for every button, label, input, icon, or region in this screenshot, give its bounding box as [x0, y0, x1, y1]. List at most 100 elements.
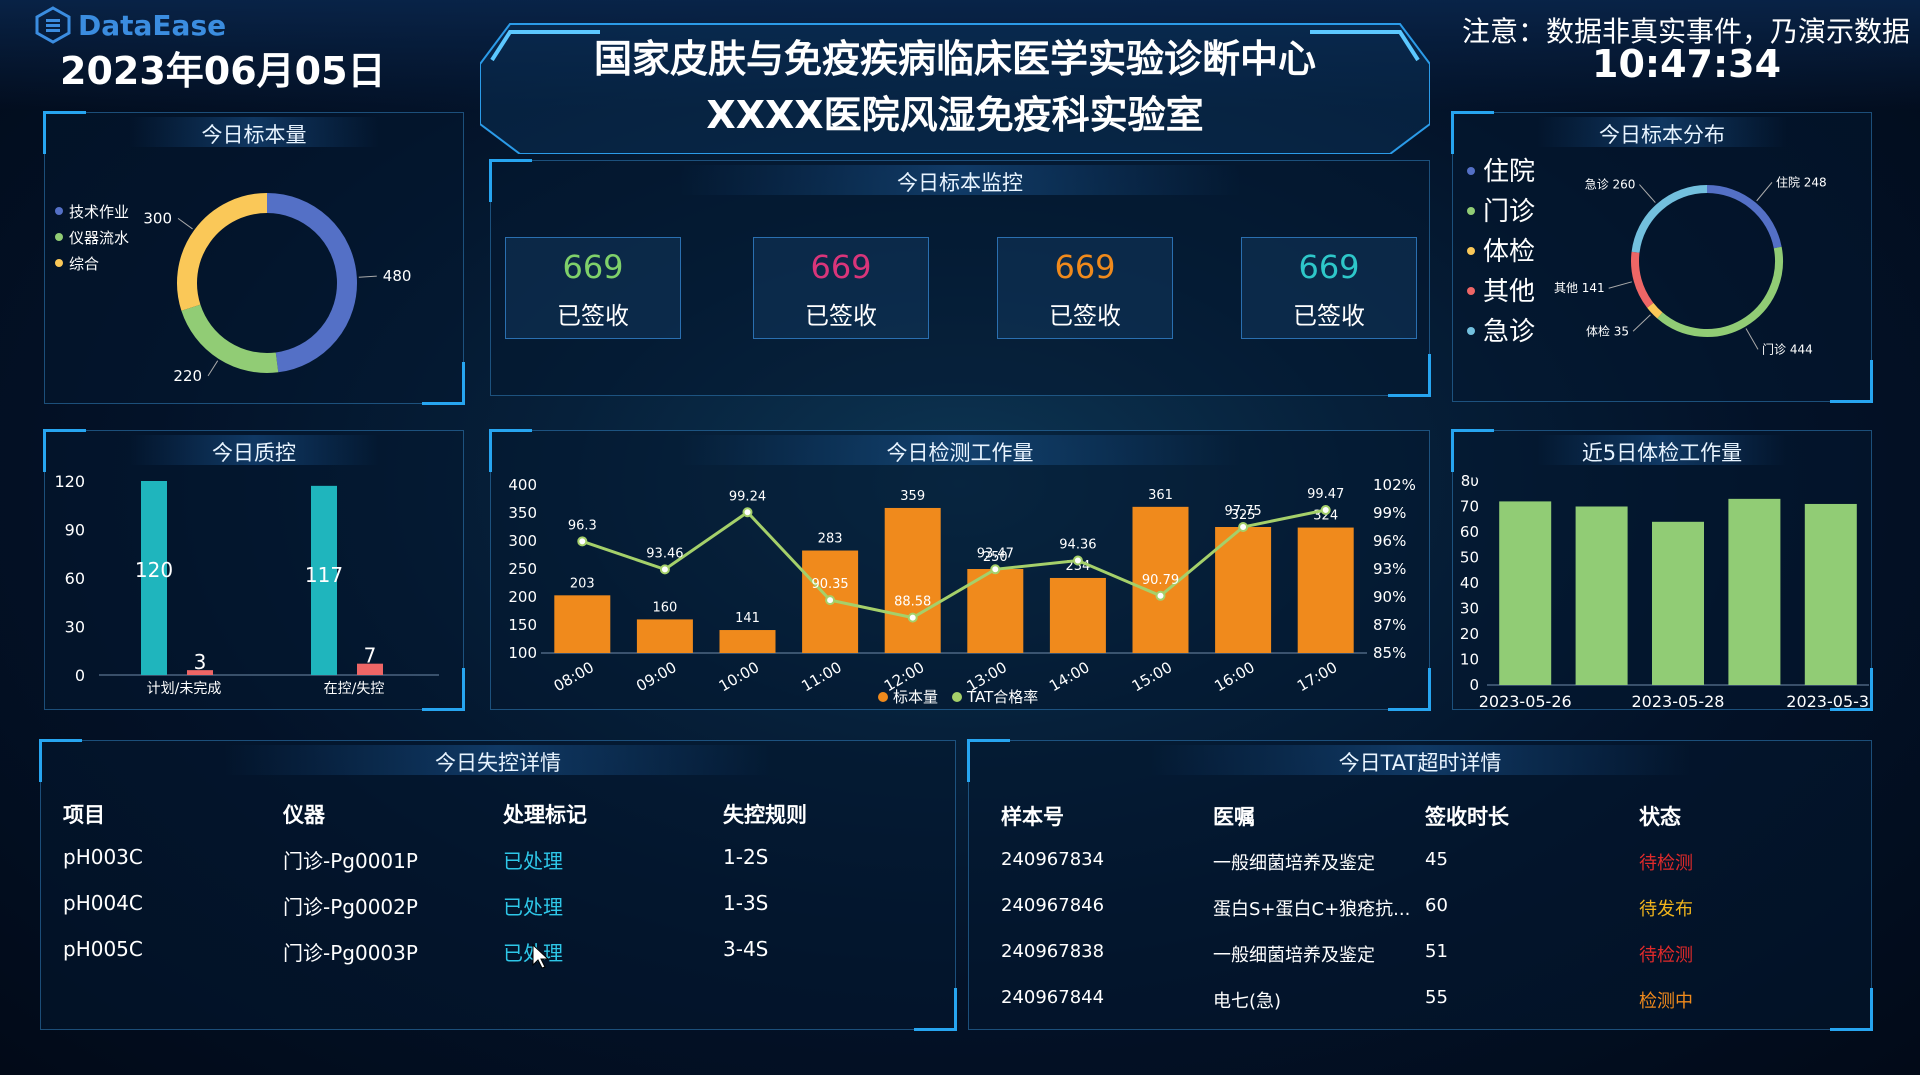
y-tick-label: 60 — [65, 569, 85, 588]
table-cell: 3-4S — [723, 937, 769, 961]
y-tick-label: 0 — [1469, 676, 1479, 694]
x-tick-label: 15:00 — [1129, 658, 1175, 695]
kpi-card-2: 669 已签收 — [753, 237, 929, 339]
table-cell: pH003C — [63, 845, 143, 869]
data-label: 300 — [143, 209, 172, 227]
column-header: 处理标记 — [503, 803, 587, 827]
table-cell: 门诊-Pg0001P — [283, 849, 418, 873]
y-tick-label: 30 — [65, 618, 85, 637]
legend-label: TAT合格率 — [966, 688, 1038, 706]
panel-monitor: 今日标本监控 669 已签收 669 已签收 669 已签收 669 已签收 — [489, 159, 1431, 397]
page-title-line2: XXXX医院风湿免疫科实验室 — [706, 93, 1204, 137]
bar — [636, 619, 693, 653]
legend-dot — [1467, 167, 1475, 175]
data-label: 160 — [652, 600, 677, 615]
kpi-value: 669 — [810, 248, 872, 286]
data-label: 急诊 260 — [1585, 177, 1636, 192]
data-label: 7 — [364, 644, 377, 668]
table-cell-link[interactable]: 已处理 — [503, 845, 563, 874]
kpi-card-4: 669 已签收 — [1241, 237, 1417, 339]
data-label: 97.75 — [1224, 504, 1261, 519]
legend-dot — [1467, 247, 1475, 255]
y-tick-label: 30 — [1460, 600, 1479, 618]
y-tick-label: 8υ — [1461, 472, 1479, 490]
line-point — [1320, 505, 1331, 516]
sample-donut-chart: 480 220 300 技术作业仪器流水综合 — [55, 193, 411, 385]
y2-tick-label: 85% — [1373, 644, 1406, 662]
legend-dot — [1467, 287, 1475, 295]
legend-dot — [55, 207, 63, 215]
kpi-value: 669 — [562, 248, 624, 286]
page-title-line1: 国家皮肤与免疫疾病临床医学实验诊断中心 — [593, 37, 1316, 81]
panel-title: 今日标本监控 — [897, 171, 1023, 195]
label-leader — [1639, 184, 1656, 203]
y-tick-label: 40 — [1460, 574, 1479, 592]
x-tick-label: 在控/失控 — [324, 681, 385, 697]
y-tick-label: 70 — [1460, 498, 1479, 516]
y2-tick-label: 102% — [1373, 476, 1416, 494]
panel-distribution: 今日标本分布 住院 248 门诊 444 体检 35 其他 141 急诊 260 住院 门诊… — [1451, 111, 1873, 403]
label-leader — [1745, 328, 1759, 350]
legend-label: 综合 — [69, 255, 99, 273]
kpi-value: 669 — [1054, 248, 1116, 286]
bar — [1215, 527, 1272, 653]
table-cell: 240967844 — [1001, 987, 1105, 1008]
y-tick-label: 250 — [508, 560, 537, 578]
y2-tick-label: 87% — [1373, 616, 1406, 634]
y2-tick-label: 99% — [1373, 504, 1406, 522]
bar — [719, 630, 776, 653]
panel-workload: 今日检测工作量 100 150 200 250 300 350 400 85% 87% 90% 93… — [489, 429, 1431, 711]
column-header: 状态 — [1639, 805, 1681, 829]
qc-bar-chart: 0 30 60 90 120 计划/未完成 120 3 在控/失控 117 7 — [54, 472, 439, 697]
data-label: 99.47 — [1307, 487, 1344, 502]
mouse-cursor-icon — [532, 943, 550, 969]
x-tick-label: 10:00 — [716, 658, 762, 695]
line-point — [1155, 590, 1166, 601]
distribution-donut-chart: 住院 248 门诊 444 体检 35 其他 141 急诊 260 住院门诊体检其他急诊 — [1467, 157, 1827, 356]
legend-label: 标本量 — [893, 688, 938, 706]
table-cell: 45 — [1425, 849, 1448, 870]
table-cell-link[interactable]: 已处理 — [503, 891, 563, 920]
label-leader — [358, 275, 377, 278]
x-tick-label: 16:00 — [1211, 658, 1257, 695]
x-tick-label: 09:00 — [633, 658, 679, 695]
y-tick-label: 150 — [508, 616, 537, 634]
line-point — [659, 564, 670, 575]
bar — [1575, 506, 1628, 685]
legend-dot — [1467, 327, 1475, 335]
y-tick-label: 200 — [508, 588, 537, 606]
checkup-bar-chart: 0 10 20 30 40 50 60 70 8υ 2023-05-26 2023-05-28 202… — [1460, 472, 1873, 711]
donut-slice — [1657, 246, 1783, 337]
data-label: 99.24 — [729, 489, 766, 504]
column-header: 项目 — [63, 803, 105, 827]
y-tick-label: 50 — [1460, 549, 1479, 567]
kpi-label: 已签收 — [1049, 302, 1121, 330]
table-cell: 240967846 — [1001, 895, 1105, 916]
data-label: 361 — [1148, 488, 1173, 503]
legend-label: 技术作业 — [69, 203, 129, 221]
y-tick-label: 400 — [508, 476, 537, 494]
x-tick-label: 2023-05-26 — [1479, 692, 1572, 711]
label-leader — [177, 217, 193, 230]
legend-dot — [1467, 207, 1475, 215]
y-tick-label: 90 — [65, 521, 85, 540]
logo-text: DataEase — [78, 8, 227, 42]
kpi-label: 已签收 — [557, 302, 629, 330]
bar — [554, 595, 611, 653]
y-tick-label: 350 — [508, 504, 537, 522]
workload-combo-chart: 100 150 200 250 300 350 400 85% 87% 90% 93% 96% 99% 1… — [508, 476, 1416, 706]
bar — [1049, 577, 1106, 653]
bar — [1652, 521, 1704, 685]
y-tick-label: 20 — [1460, 625, 1479, 643]
header-date: 2023年06月05日 — [60, 49, 386, 93]
logo: DataEase — [34, 6, 226, 44]
status-badge: 待检测 — [1639, 853, 1693, 874]
column-header: 样本号 — [1001, 805, 1064, 829]
data-label: 220 — [173, 367, 202, 385]
line-point — [742, 507, 753, 518]
legend-label: 体检 — [1483, 237, 1535, 267]
legend-label: 急诊 — [1483, 317, 1535, 347]
data-label: 120 — [135, 558, 173, 582]
donut-slice — [177, 193, 268, 311]
y2-tick-label: 96% — [1373, 532, 1406, 550]
